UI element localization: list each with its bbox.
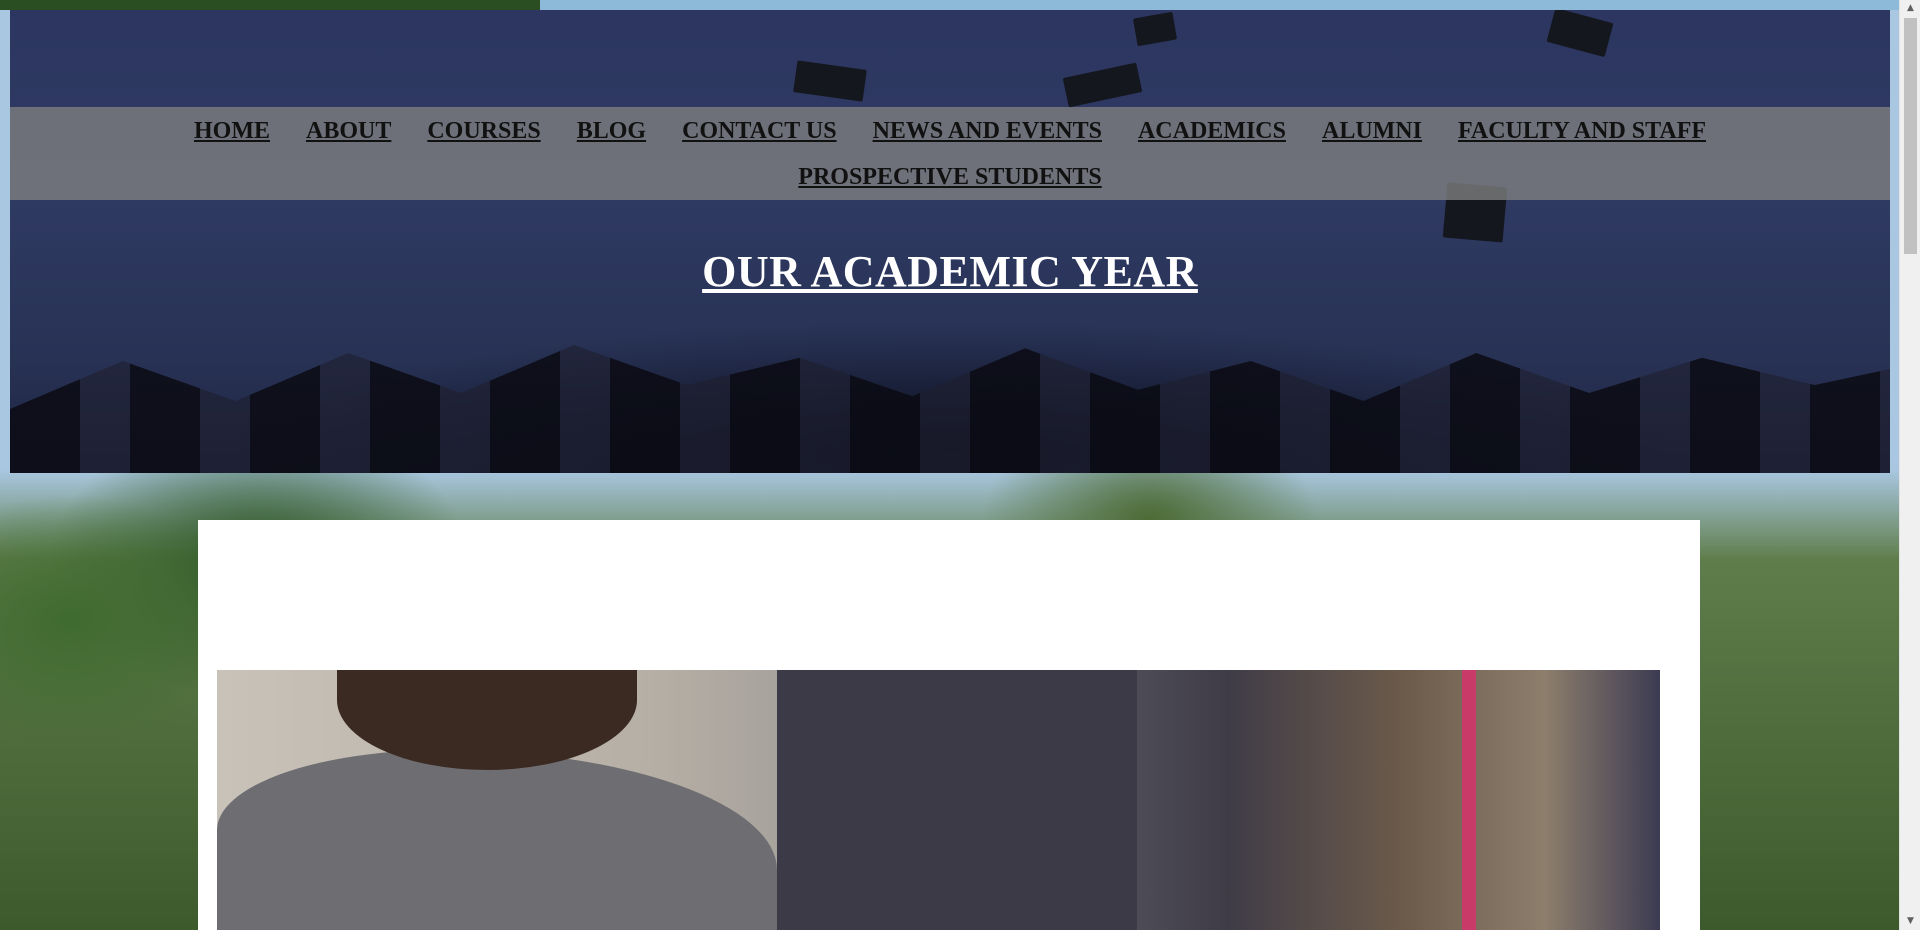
nav-link-courses[interactable]: COURSES	[427, 115, 540, 147]
nav-link-home[interactable]: HOME	[194, 115, 270, 147]
graduates-crowd-image	[10, 345, 1890, 473]
graduation-cap-image	[1546, 10, 1614, 58]
graduation-cap-image	[1132, 11, 1178, 47]
nav-link-blog[interactable]: BLOG	[577, 115, 646, 147]
page-title: OUR ACADEMIC YEAR	[702, 247, 1198, 296]
vertical-scrollbar[interactable]: ▲ ▼	[1899, 0, 1920, 930]
scrollbar-thumb[interactable]	[1904, 18, 1917, 254]
graduation-cap-image	[793, 60, 867, 102]
scroll-up-arrow-icon[interactable]: ▲	[1900, 0, 1920, 17]
image-shirt-shape	[217, 750, 777, 930]
image-book-spine-shape	[1462, 670, 1476, 930]
nav-link-alumni[interactable]: ALUMNI	[1322, 115, 1422, 147]
hero-banner: HOME ABOUT COURSES BLOG CONTACT US NEWS …	[10, 10, 1890, 473]
nav-link-news-and-events[interactable]: NEWS AND EVENTS	[873, 115, 1102, 147]
student-studying-image	[217, 670, 1660, 930]
main-navigation: HOME ABOUT COURSES BLOG CONTACT US NEWS …	[10, 107, 1890, 200]
graduation-cap-image	[1062, 62, 1143, 108]
nav-link-faculty-and-staff[interactable]: FACULTY AND STAFF	[1458, 115, 1706, 147]
nav-link-prospective-students[interactable]: PROSPECTIVE STUDENTS	[798, 161, 1101, 193]
image-book-shape	[777, 670, 1137, 930]
nav-link-academics[interactable]: ACADEMICS	[1138, 115, 1286, 147]
scroll-down-arrow-icon[interactable]: ▼	[1900, 913, 1920, 930]
nav-link-about[interactable]: ABOUT	[306, 115, 391, 147]
page-viewport: HOME ABOUT COURSES BLOG CONTACT US NEWS …	[0, 0, 1899, 930]
nav-link-contact-us[interactable]: CONTACT US	[682, 115, 836, 147]
content-card	[198, 520, 1700, 930]
background-photo-strip	[0, 0, 1899, 10]
